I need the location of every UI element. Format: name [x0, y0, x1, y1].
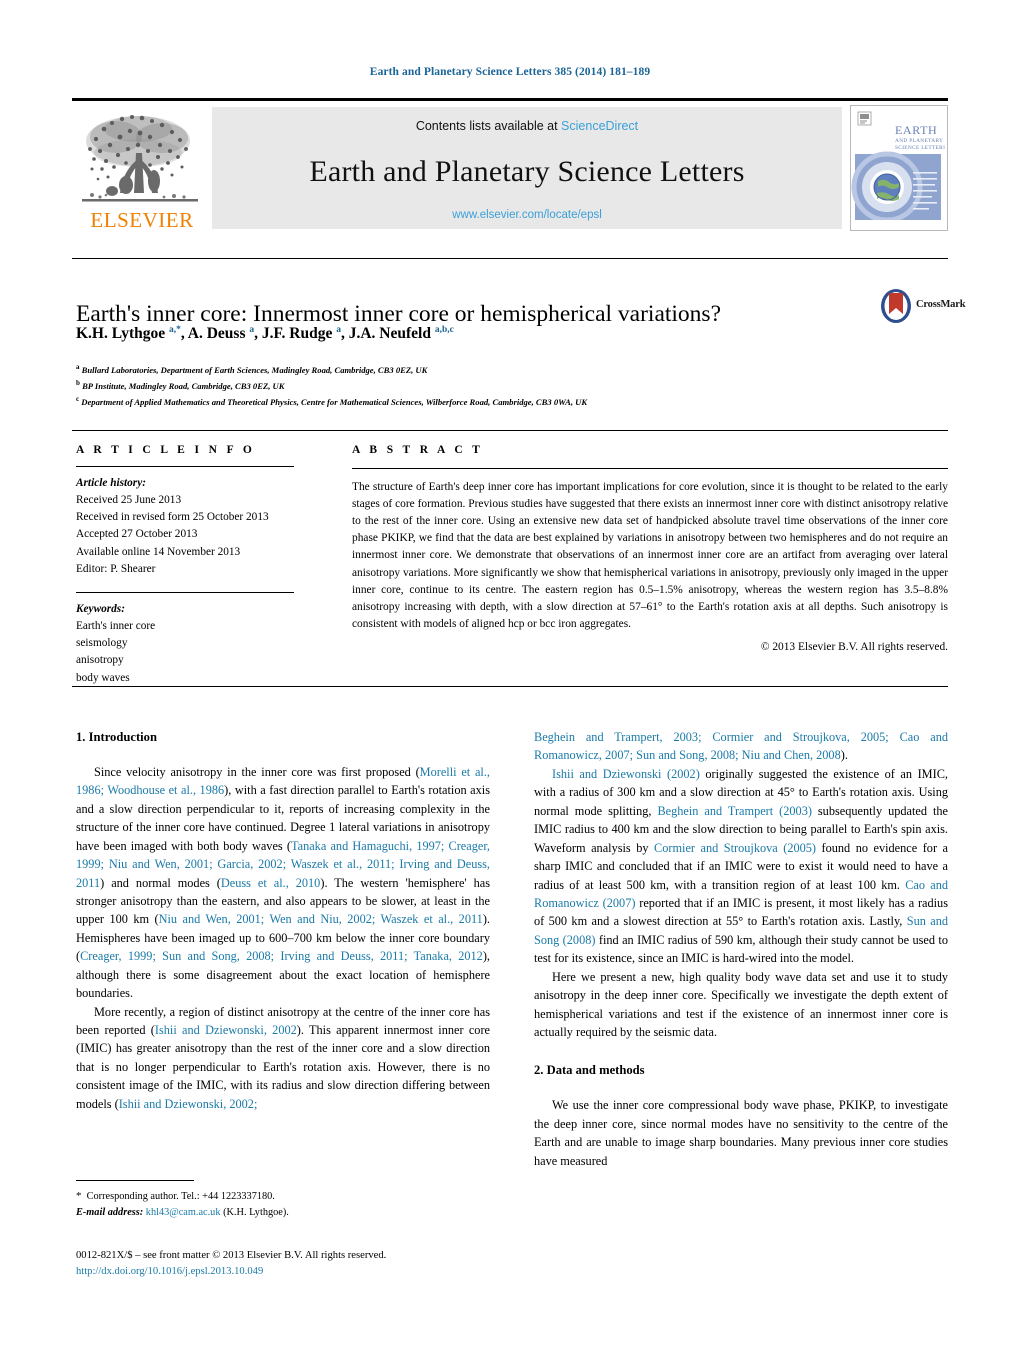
svg-text:EARTH: EARTH [895, 123, 937, 137]
affiliation-marker: b [76, 378, 80, 387]
masthead-top-rule [72, 98, 948, 101]
keywords-block: Keywords: Earth's inner core seismology … [76, 601, 306, 687]
affiliation-text: Bullard Laboratories, Department of Eart… [81, 364, 428, 375]
sciencedirect-link[interactable]: ScienceDirect [561, 119, 638, 133]
body-column-right: Beghein and Trampert, 2003; Cormier and … [534, 728, 948, 1170]
svg-text:SCIENCE LETTERS: SCIENCE LETTERS [895, 145, 945, 151]
title-separator-rule [72, 258, 948, 259]
affiliation-marker: a [76, 363, 80, 371]
contents-available-line: Contents lists available at ScienceDirec… [416, 119, 638, 133]
journal-cover-thumbnail: EARTH AND PLANETARY SCIENCE LETTERS [850, 105, 948, 231]
article-info-panel: A R T I C L E I N F O Article history: R… [76, 444, 306, 687]
elsevier-wordmark: ELSEVIER [90, 208, 194, 232]
keyword-item: seismology [76, 637, 128, 650]
keywords-label: Keywords: [76, 602, 125, 615]
abstract-heading: A B S T R A C T [352, 444, 484, 456]
paragraph: Since velocity anisotropy in the inner c… [76, 764, 491, 1001]
abstract-text: The structure of Earth's deep inner core… [352, 481, 948, 630]
email-owner: (K.H. Lythgoe). [223, 1206, 289, 1218]
affiliation-item: b BP Institute, Madingley Road, Cambridg… [76, 378, 946, 394]
journal-article-page: Earth and Planetary Science Letters 385 … [0, 0, 1020, 1351]
article-history-block: Article history: Received 25 June 2013 R… [76, 475, 306, 578]
corresponding-author-line: * Corresponding author. Tel.: +44 122333… [76, 1190, 275, 1202]
history-item: Editor: P. Shearer [76, 562, 156, 575]
paragraph: More recently, a region of distinct anis… [76, 1004, 490, 1111]
abstract-panel: A B S T R A C T The structure of Earth's… [352, 444, 948, 653]
affiliation-text: Department of Applied Mathematics and Th… [81, 396, 588, 407]
journal-name: Earth and Planetary Science Letters [309, 155, 745, 188]
body-column-left: 1. Introduction Since velocity anisotrop… [76, 728, 490, 1113]
info-band-bottom-rule [72, 686, 948, 687]
crossmark-label: CrossMark [916, 299, 966, 310]
crossmark-icon [881, 289, 911, 323]
paragraph: Beghein and Trampert, 2003; Cormier and … [534, 730, 948, 763]
keyword-item: Earth's inner core [76, 620, 156, 633]
footnote-rule [76, 1180, 194, 1181]
affiliation-item: a Bullard Laboratories, Department of Ea… [76, 362, 946, 378]
history-item: Accepted 27 October 2013 [76, 528, 198, 541]
history-item: Received in revised form 25 October 2013 [76, 511, 269, 524]
svg-text:AND PLANETARY: AND PLANETARY [895, 138, 943, 144]
journal-title-band: Contents lists available at ScienceDirec… [212, 107, 842, 229]
journal-masthead: ELSEVIER Contents lists available at Sci… [72, 98, 948, 231]
corresponding-author-footnote: * Corresponding author. Tel.: +44 122333… [76, 1180, 490, 1220]
contents-prefix-text: Contents lists available at [415, 119, 562, 133]
email-line: E-mail address: khl43@cam.ac.uk (K.H. Ly… [76, 1205, 490, 1220]
info-band-top-rule [72, 430, 948, 431]
paragraph: Ishii and Dziewonski (2002) originally s… [534, 766, 948, 966]
journal-homepage-link[interactable]: www.elsevier.com/locate/epsl [452, 209, 602, 221]
imprint-block: 0012-821X/$ – see front matter © 2013 El… [76, 1248, 506, 1281]
journal-cover-image: EARTH AND PLANETARY SCIENCE LETTERS [851, 106, 946, 228]
doi-link[interactable]: http://dx.doi.org/10.1016/j.epsl.2013.10… [76, 1264, 506, 1280]
affiliation-text: BP Institute, Madingley Road, Cambridge,… [82, 380, 285, 391]
history-item: Received 25 June 2013 [76, 494, 182, 507]
elsevier-tree-icon [82, 115, 198, 202]
section-heading-introduction: 1. Introduction [76, 730, 157, 744]
keyword-item: anisotropy [76, 654, 124, 667]
abstract-rule [352, 468, 948, 469]
affiliation-item: c Department of Applied Mathematics and … [76, 394, 946, 410]
affiliation-marker: c [76, 394, 80, 403]
email-link[interactable]: khl43@cam.ac.uk [146, 1207, 221, 1218]
issn-copyright-line: 0012-821X/$ – see front matter © 2013 El… [76, 1250, 387, 1261]
elsevier-logo: ELSEVIER [76, 107, 204, 231]
article-history-label: Article history: [76, 477, 146, 489]
article-info-heading: A R T I C L E I N F O [76, 444, 256, 456]
running-head: Earth and Planetary Science Letters 385 … [369, 66, 651, 78]
section-heading-data-methods: 2. Data and methods [534, 1063, 645, 1078]
keyword-item: body waves [76, 671, 130, 684]
author-list: K.H. Lythgoe a,*, A. Deuss a, J.F. Rudge… [76, 325, 454, 343]
paragraph: Here we present a new, high quality body… [534, 969, 948, 1039]
affiliation-list: a Bullard Laboratories, Department of Ea… [76, 362, 946, 409]
abstract-copyright: © 2013 Elsevier B.V. All rights reserved… [760, 640, 948, 653]
paragraph: We use the inner core compressional body… [534, 1098, 948, 1168]
article-info-rule [76, 466, 294, 467]
email-label: E-mail address: [76, 1206, 144, 1218]
keywords-rule [76, 591, 294, 593]
history-item: Available online 14 November 2013 [76, 545, 241, 558]
crossmark-badge[interactable]: CrossMark [878, 288, 966, 324]
